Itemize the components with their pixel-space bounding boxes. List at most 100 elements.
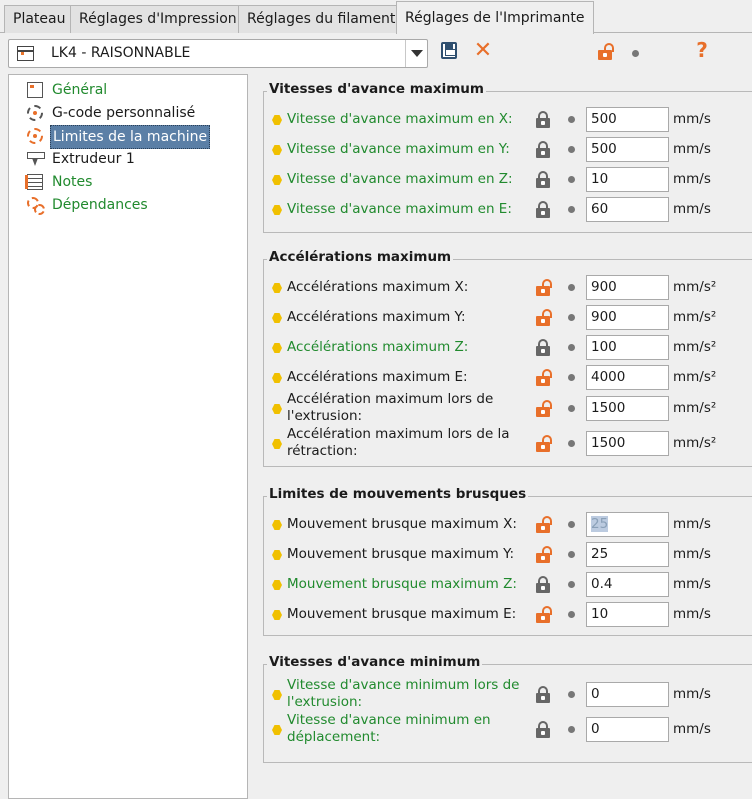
setting-input[interactable]: 0 bbox=[586, 682, 669, 707]
unlocked-lock-icon[interactable] bbox=[536, 606, 552, 623]
dot-icon[interactable] bbox=[568, 611, 575, 618]
group-max-feedrates: Vitesses d'avance maximum Vitesse d'avan… bbox=[263, 81, 752, 233]
unit-label: mm/s bbox=[673, 606, 711, 622]
tab-printer-settings[interactable]: Réglages de l'Imprimante bbox=[396, 1, 594, 34]
delete-preset-icon[interactable]: ✕ bbox=[473, 40, 493, 62]
setting-input[interactable]: 60 bbox=[586, 197, 669, 222]
dot-icon[interactable] bbox=[568, 405, 575, 412]
unlocked-lock-icon[interactable] bbox=[536, 546, 552, 563]
tab-plateau[interactable]: Plateau bbox=[4, 5, 75, 33]
setting-input[interactable]: 500 bbox=[586, 137, 669, 162]
dot-icon[interactable] bbox=[568, 176, 575, 183]
unlocked-lock-icon[interactable] bbox=[536, 309, 552, 326]
tree-item-label: G-code personnalisé bbox=[52, 105, 196, 121]
help-icon[interactable]: ? bbox=[692, 38, 712, 62]
settings-tree: Général G-code personnalisé Limites de l… bbox=[8, 74, 248, 799]
tree-item-label: Limites de la machine bbox=[50, 125, 211, 149]
dot-icon[interactable] bbox=[568, 206, 575, 213]
locked-lock-icon[interactable] bbox=[536, 141, 550, 158]
preset-dropdown[interactable]: LK4 - RAISONNABLE bbox=[8, 39, 428, 68]
dependencies-icon bbox=[27, 197, 45, 215]
unlocked-lock-icon[interactable] bbox=[536, 400, 552, 417]
locked-lock-icon[interactable] bbox=[536, 686, 550, 703]
locked-lock-icon[interactable] bbox=[536, 576, 550, 593]
unit-label: mm/s bbox=[673, 546, 711, 562]
dot-icon[interactable] bbox=[568, 146, 575, 153]
hexagon-icon bbox=[272, 115, 282, 125]
hexagon-icon bbox=[272, 283, 282, 293]
hexagon-icon bbox=[272, 520, 282, 530]
dot-icon[interactable] bbox=[568, 440, 575, 447]
unit-label: mm/s bbox=[673, 721, 711, 737]
setting-input-selected[interactable]: 25 bbox=[586, 512, 669, 537]
group-title: Limites de mouvements brusques bbox=[267, 486, 529, 502]
hexagon-icon bbox=[272, 690, 282, 700]
setting-label: Accélérations maximum E: bbox=[287, 369, 468, 385]
setting-input[interactable]: 4000 bbox=[586, 365, 669, 390]
unlocked-lock-icon[interactable] bbox=[536, 516, 552, 533]
setting-input[interactable]: 100 bbox=[586, 335, 669, 360]
unit-label: mm/s bbox=[673, 111, 711, 127]
tab-filament-settings[interactable]: Réglages du filament bbox=[238, 5, 405, 33]
setting-input[interactable]: 10 bbox=[586, 602, 669, 627]
tree-item-label: Général bbox=[52, 82, 108, 98]
setting-label: Vitesse d'avance maximum en E: bbox=[287, 201, 512, 217]
dot-icon[interactable] bbox=[632, 50, 639, 57]
setting-input[interactable]: 1500 bbox=[586, 431, 669, 456]
page-icon bbox=[27, 82, 43, 98]
hexagon-icon bbox=[272, 205, 282, 215]
locked-lock-icon[interactable] bbox=[536, 339, 550, 356]
setting-label: Vitesse d'avance minimum en déplacement: bbox=[287, 712, 491, 745]
gear-icon bbox=[27, 105, 43, 121]
hexagon-icon bbox=[272, 580, 282, 590]
setting-input[interactable]: 0.4 bbox=[586, 572, 669, 597]
dot-icon[interactable] bbox=[568, 691, 575, 698]
setting-label: Accélération maximum lors de la rétracti… bbox=[287, 426, 510, 459]
nozzle-icon bbox=[27, 151, 45, 167]
unit-label: mm/s² bbox=[673, 279, 717, 295]
setting-input[interactable]: 900 bbox=[586, 275, 669, 300]
dot-icon[interactable] bbox=[568, 314, 575, 321]
dot-icon[interactable] bbox=[568, 581, 575, 588]
setting-input[interactable]: 1500 bbox=[586, 396, 669, 421]
selected-text: 25 bbox=[591, 516, 609, 532]
dropdown-arrow-icon[interactable] bbox=[405, 40, 427, 67]
hexagon-icon bbox=[272, 725, 282, 735]
locked-lock-icon[interactable] bbox=[536, 171, 550, 188]
dot-icon[interactable] bbox=[568, 726, 575, 733]
dot-icon[interactable] bbox=[568, 551, 575, 558]
setting-input[interactable]: 500 bbox=[586, 107, 669, 132]
hexagon-icon bbox=[272, 175, 282, 185]
setting-label: Mouvement brusque maximum E: bbox=[287, 606, 517, 622]
unlocked-lock-icon[interactable] bbox=[536, 435, 552, 452]
locked-lock-icon[interactable] bbox=[536, 721, 550, 738]
group-title: Vitesses d'avance minimum bbox=[267, 654, 483, 670]
dot-icon[interactable] bbox=[568, 521, 575, 528]
dot-icon[interactable] bbox=[568, 374, 575, 381]
locked-lock-icon[interactable] bbox=[536, 111, 550, 128]
dot-icon[interactable] bbox=[568, 284, 575, 291]
unlocked-lock-icon[interactable] bbox=[598, 43, 614, 60]
setting-input[interactable]: 25 bbox=[586, 542, 669, 567]
setting-input[interactable]: 0 bbox=[586, 717, 669, 742]
unit-label: mm/s bbox=[673, 141, 711, 157]
tree-item-label: Notes bbox=[52, 174, 93, 190]
unlocked-lock-icon[interactable] bbox=[536, 279, 552, 296]
preset-selected-value: LK4 - RAISONNABLE bbox=[51, 45, 191, 61]
hexagon-icon bbox=[272, 313, 282, 323]
tree-item-label: Dépendances bbox=[52, 197, 148, 213]
setting-input[interactable]: 10 bbox=[586, 167, 669, 192]
setting-input[interactable]: 900 bbox=[586, 305, 669, 330]
save-icon[interactable] bbox=[441, 42, 457, 59]
dot-icon[interactable] bbox=[568, 116, 575, 123]
gear-icon bbox=[27, 128, 43, 144]
locked-lock-icon[interactable] bbox=[536, 201, 550, 218]
dot-icon[interactable] bbox=[568, 344, 575, 351]
unit-label: mm/s bbox=[673, 516, 711, 532]
group-min-feedrates: Vitesses d'avance minimum Vitesse d'avan… bbox=[263, 654, 752, 763]
setting-label: Accélérations maximum Y: bbox=[287, 309, 466, 325]
group-title: Accélérations maximum bbox=[267, 249, 454, 265]
unlocked-lock-icon[interactable] bbox=[536, 369, 552, 386]
tab-print-settings[interactable]: Réglages d'Impression bbox=[70, 5, 246, 33]
tree-item-label: Extrudeur 1 bbox=[52, 151, 135, 167]
